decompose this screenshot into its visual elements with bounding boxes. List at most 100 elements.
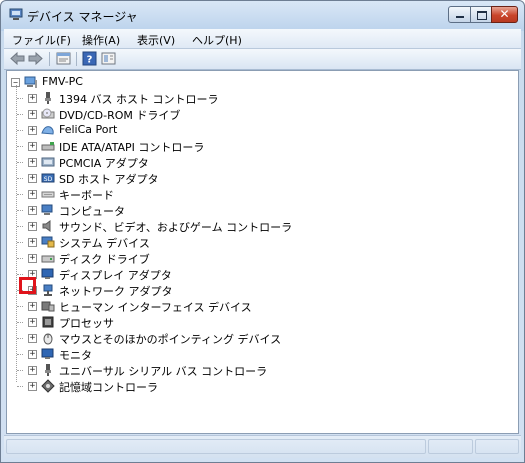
tree-item[interactable]: + モニタ	[7, 346, 507, 362]
close-button[interactable]: ✕	[491, 6, 518, 23]
computer-icon	[41, 204, 53, 215]
tree-item[interactable]: + ヒューマン インターフェイス デバイス	[7, 298, 507, 314]
device-manager-window: デバイス マネージャ ✕ ファイル(F) 操作(A) 表示(V) ヘルプ(H) …	[0, 0, 525, 463]
minimize-icon	[456, 16, 464, 18]
tree-connector-line	[17, 130, 23, 131]
mouse-icon	[43, 333, 53, 345]
usb-plug-icon	[45, 92, 51, 104]
tree-item[interactable]: + DVD/CD-ROM ドライブ	[7, 106, 507, 122]
tree-connector-line	[17, 226, 23, 227]
tree-item[interactable]: + マウスとそのほかのポインティング デバイス	[7, 330, 507, 346]
svg-text:?: ?	[87, 55, 93, 66]
tree-connector-line	[17, 162, 23, 163]
window-title: デバイス マネージャ	[27, 10, 138, 24]
maximize-button[interactable]	[470, 6, 492, 23]
speaker-icon	[42, 220, 51, 232]
tree-item-label: SD ホスト アダプタ	[59, 173, 159, 186]
expand-toggle[interactable]: +	[28, 126, 37, 135]
tree-item-label: プロセッサ	[59, 317, 114, 330]
pcmcia-icon	[41, 157, 55, 167]
expand-toggle[interactable]: +	[28, 174, 37, 183]
tree-item-label: ディスク ドライブ	[59, 253, 150, 266]
tree-item[interactable]: + SD SD ホスト アダプタ	[7, 170, 507, 186]
toolbar-separator	[76, 52, 77, 66]
tree-connector-line	[17, 194, 23, 195]
expand-toggle[interactable]: +	[28, 334, 37, 343]
expand-toggle[interactable]: +	[28, 158, 37, 167]
disk-drive-icon	[41, 255, 55, 263]
tree-item[interactable]: + 記憶域コントローラ	[7, 378, 507, 394]
tree-item-label: コンピュータ	[59, 205, 125, 218]
menu-help[interactable]: ヘルプ(H)	[192, 32, 242, 48]
tree-item-label: DVD/CD-ROM ドライブ	[59, 109, 181, 122]
status-bar	[4, 435, 521, 458]
tree-item[interactable]: + プロセッサ	[7, 314, 507, 330]
help-icon[interactable]: ?	[81, 51, 98, 66]
status-cell	[475, 439, 519, 454]
network-adapter-icon	[43, 284, 53, 296]
expand-toggle[interactable]: +	[28, 94, 37, 103]
tree-item[interactable]: + IDE ATA/ATAPI コントローラ	[7, 138, 507, 154]
show-hide-icon[interactable]	[100, 51, 117, 66]
expand-toggle[interactable]: +	[28, 302, 37, 311]
tree-root-row[interactable]: − FMV-PC	[7, 74, 507, 90]
expand-toggle[interactable]: +	[28, 206, 37, 215]
processor-icon	[42, 316, 54, 328]
expand-toggle[interactable]: +	[28, 318, 37, 327]
expand-toggle[interactable]: +	[28, 222, 37, 231]
toolbar-separator	[49, 52, 50, 66]
device-tree[interactable]: − FMV-PC + 1394 バス ホスト コントローラ + DVD/CD-R…	[6, 70, 519, 434]
title-bar[interactable]: デバイス マネージャ ✕	[1, 1, 524, 29]
expand-toggle[interactable]: +	[28, 238, 37, 247]
highlight-box	[19, 277, 36, 294]
tree-connector-line	[17, 354, 23, 355]
tree-connector-line	[17, 178, 23, 179]
close-icon: ✕	[499, 7, 510, 21]
tree-item-label: サウンド、ビデオ、およびゲーム コントローラ	[59, 221, 293, 234]
menu-file[interactable]: ファイル(F)	[12, 32, 71, 48]
toolbar: ?	[4, 49, 521, 70]
tree-item[interactable]: + サウンド、ビデオ、およびゲーム コントローラ	[7, 218, 507, 234]
expand-toggle[interactable]: +	[28, 110, 37, 119]
tree-item-label: 1394 バス ホスト コントローラ	[59, 93, 219, 106]
keyboard-icon	[41, 191, 55, 198]
menu-action[interactable]: 操作(A)	[82, 32, 120, 48]
properties-icon[interactable]	[55, 51, 72, 66]
status-cell	[6, 439, 426, 454]
sd-card-icon: SD	[41, 173, 55, 183]
expand-toggle[interactable]: +	[28, 350, 37, 359]
tree-item[interactable]: + キーボード	[7, 186, 507, 202]
expand-toggle[interactable]: +	[28, 190, 37, 199]
tree-item-label: IDE ATA/ATAPI コントローラ	[59, 141, 205, 154]
tree-item[interactable]: + PCMCIA アダプタ	[7, 154, 507, 170]
optical-drive-icon	[41, 108, 55, 119]
tree-item[interactable]: + ディスプレイ アダプタ	[7, 266, 507, 282]
tree-connector-line	[17, 98, 23, 99]
tree-item-label: マウスとそのほかのポインティング デバイス	[59, 333, 282, 346]
tree-item[interactable]: + ディスク ドライブ	[7, 250, 507, 266]
menu-view[interactable]: 表示(V)	[137, 32, 175, 48]
tree-connector-line	[17, 146, 23, 147]
tree-item[interactable]: + システム デバイス	[7, 234, 507, 250]
storage-controller-icon	[41, 379, 55, 393]
menu-bar: ファイル(F) 操作(A) 表示(V) ヘルプ(H)	[4, 29, 521, 49]
tree-item[interactable]: + コンピュータ	[7, 202, 507, 218]
back-arrow-icon[interactable]	[9, 51, 26, 66]
felica-icon	[41, 126, 54, 135]
tree-item[interactable]: + 1394 バス ホスト コントローラ	[7, 90, 507, 106]
tree-item-label: システム デバイス	[59, 237, 150, 250]
monitor-icon	[41, 348, 54, 359]
system-device-icon	[41, 236, 55, 248]
forward-arrow-icon[interactable]	[27, 51, 44, 66]
tree-item-label: ユニバーサル シリアル バス コントローラ	[59, 365, 268, 378]
tree-item[interactable]: + FeliCa Port	[7, 122, 507, 138]
tree-item-label: モニタ	[59, 349, 92, 362]
tree-connector-line	[17, 258, 23, 259]
tree-item[interactable]: + ネットワーク アダプタ	[7, 282, 507, 298]
expand-toggle[interactable]: +	[28, 254, 37, 263]
tree-item[interactable]: + ユニバーサル シリアル バス コントローラ	[7, 362, 507, 378]
expand-toggle[interactable]: +	[28, 142, 37, 151]
expand-toggle[interactable]: +	[28, 366, 37, 375]
minimize-button[interactable]	[448, 6, 471, 23]
expand-toggle[interactable]: +	[28, 382, 37, 391]
